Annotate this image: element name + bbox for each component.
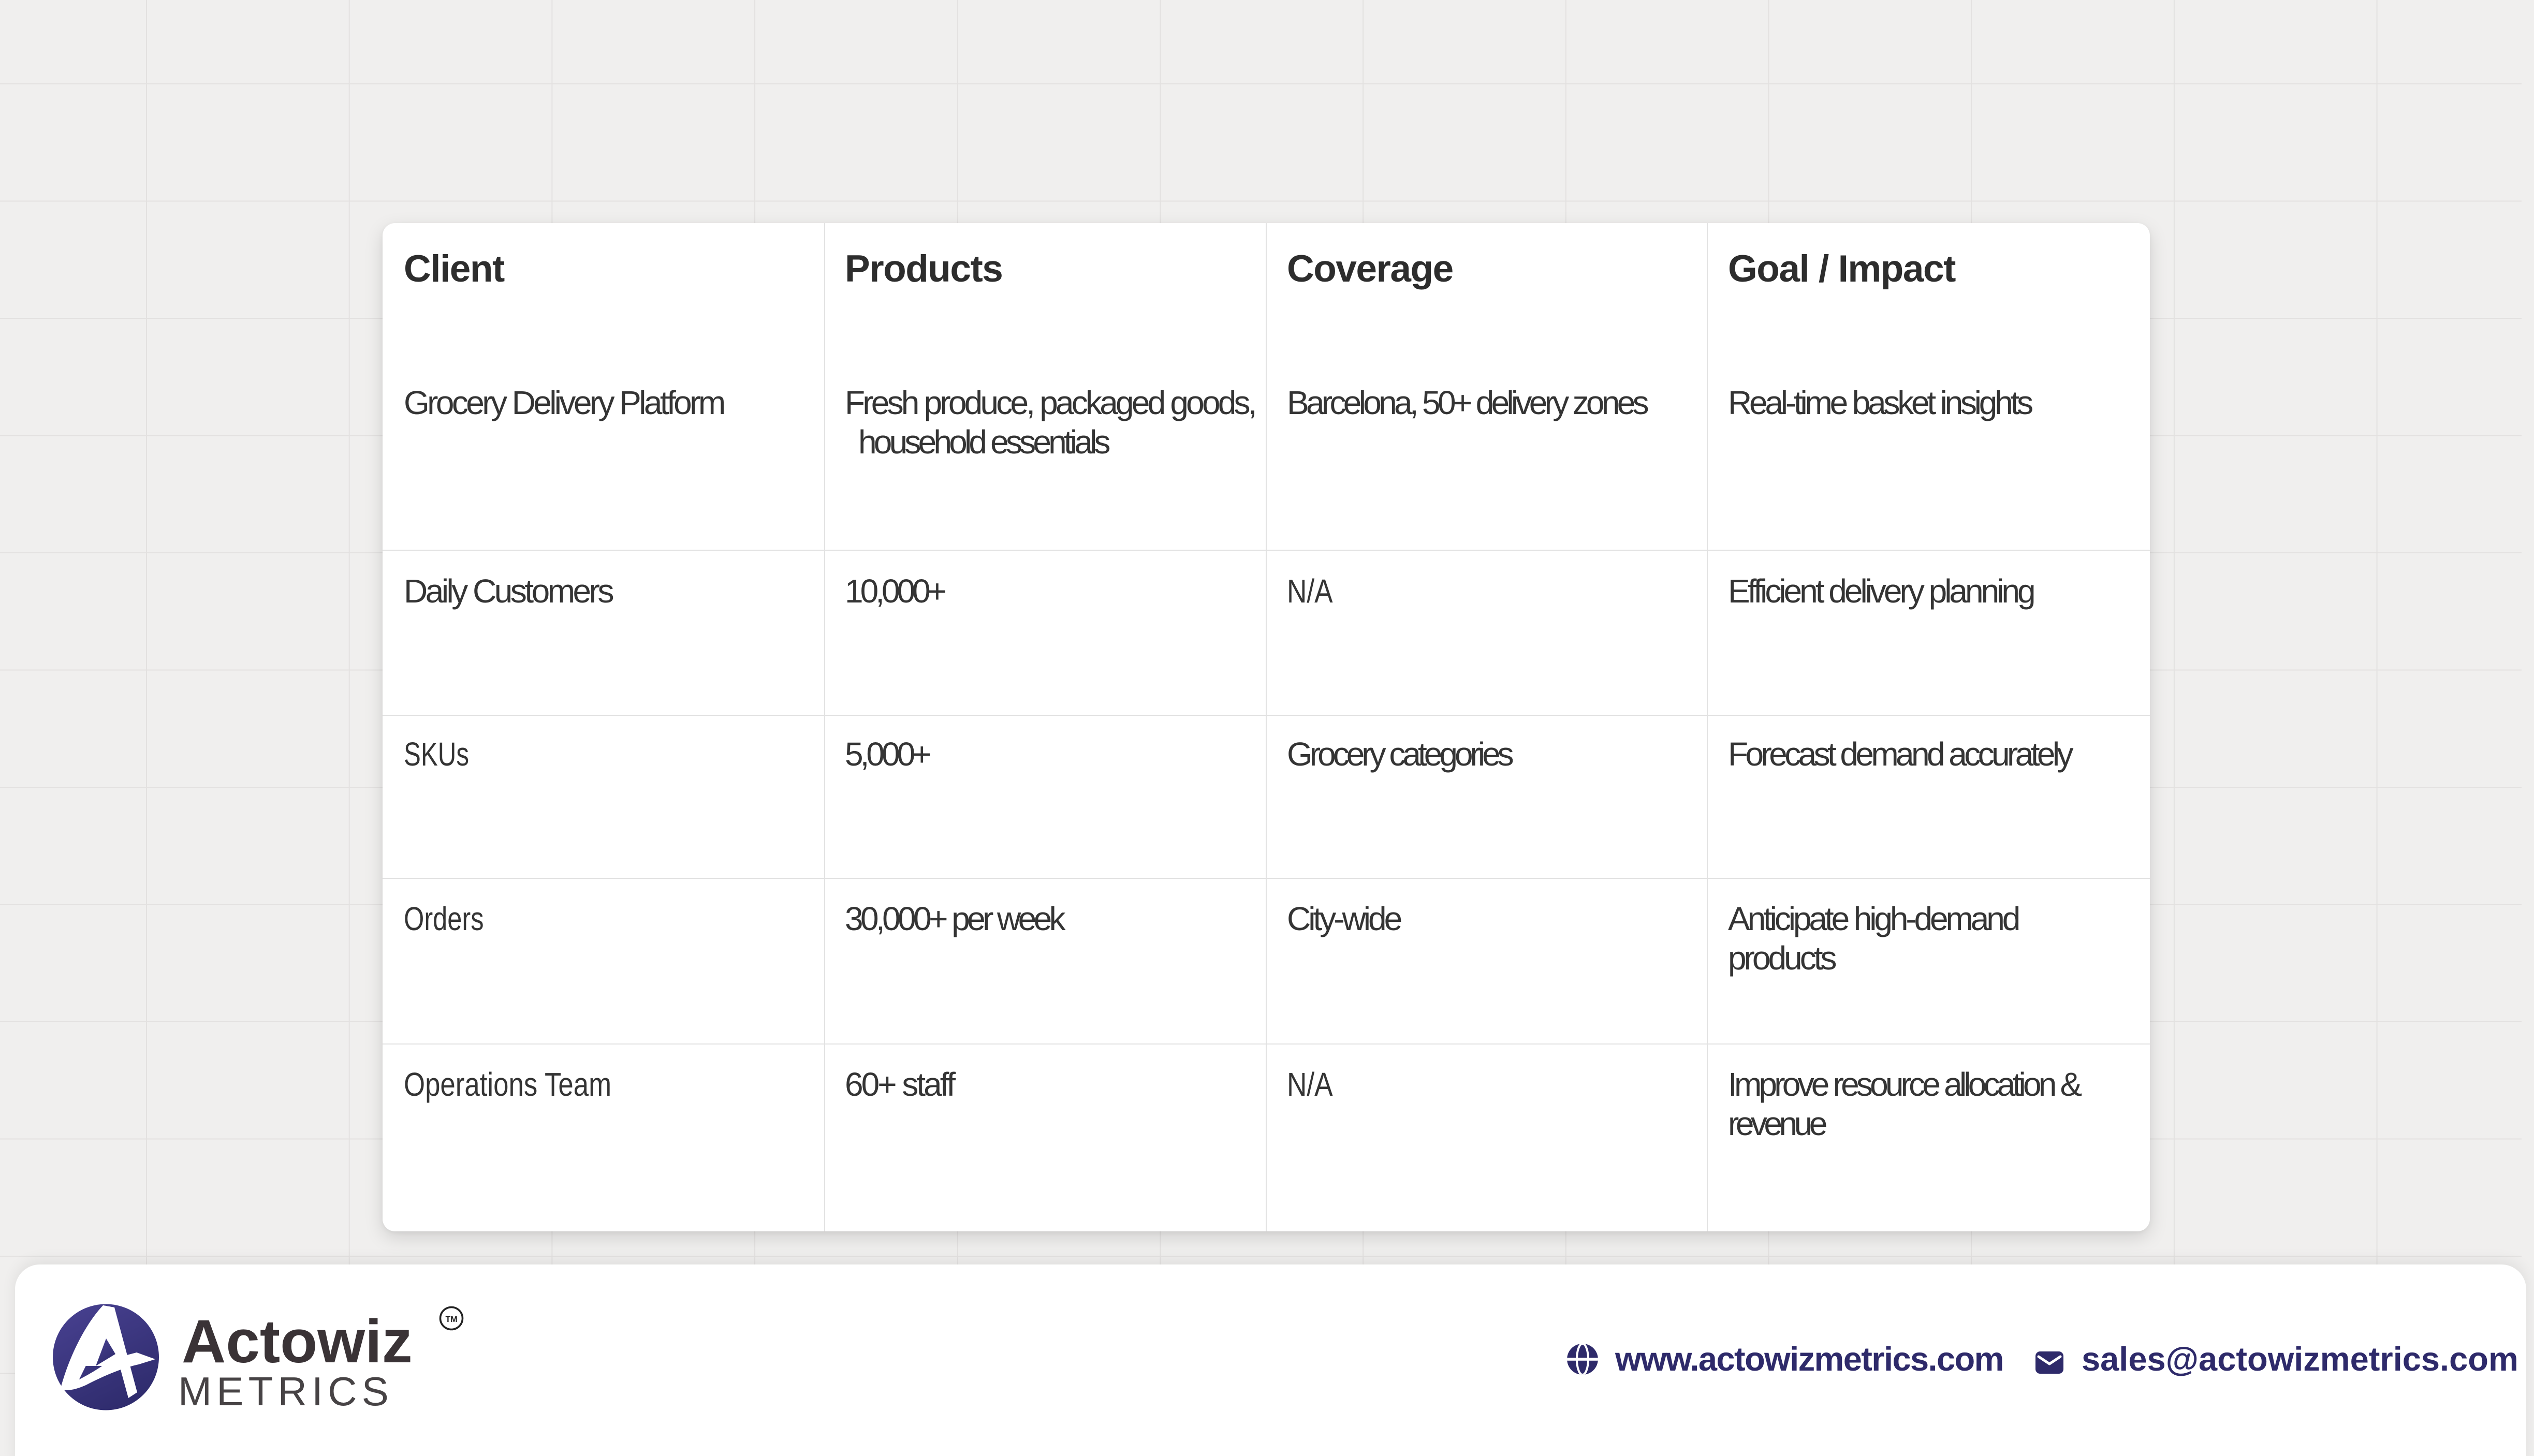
svg-text:TM: TM bbox=[445, 1315, 457, 1324]
